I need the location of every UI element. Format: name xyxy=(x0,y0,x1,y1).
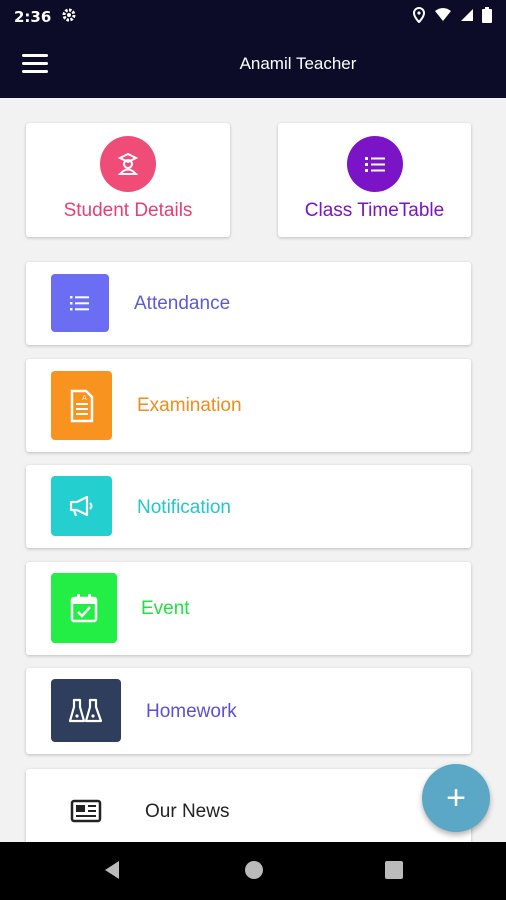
examination-card[interactable]: A Examination xyxy=(26,359,471,452)
battery-icon xyxy=(482,7,492,27)
plus-icon: + xyxy=(446,778,466,817)
status-bar: 2:36 xyxy=(0,0,506,34)
attendance-card[interactable]: Attendance xyxy=(26,262,471,345)
home-icon[interactable] xyxy=(243,859,265,886)
megaphone-icon xyxy=(51,476,112,536)
class-timetable-label: Class TimeTable xyxy=(304,200,445,221)
recents-icon[interactable] xyxy=(383,859,405,886)
notification-label: Notification xyxy=(137,497,231,518)
newspaper-icon xyxy=(51,791,121,831)
event-label: Event xyxy=(141,598,190,619)
dashboard-content: Student Details Class TimeTable Attendan… xyxy=(0,98,506,842)
student-icon xyxy=(100,136,156,192)
back-icon[interactable] xyxy=(101,859,123,886)
attendance-label: Attendance xyxy=(134,293,231,314)
calendar-check-icon xyxy=(51,573,117,643)
add-fab-button[interactable]: + xyxy=(422,764,490,832)
wifi-icon xyxy=(434,8,452,26)
app-bar: Anamil Teacher xyxy=(0,34,506,98)
our-news-card[interactable]: Our News xyxy=(26,769,471,842)
homework-card[interactable]: Homework xyxy=(26,668,471,754)
list-icon xyxy=(346,136,403,192)
list-icon xyxy=(51,274,109,332)
examination-label: Examination xyxy=(137,395,242,416)
event-card[interactable]: Event xyxy=(26,562,471,655)
app-title: Anamil Teacher xyxy=(239,54,357,73)
student-details-card[interactable]: Student Details xyxy=(26,123,230,237)
signal-icon xyxy=(460,8,474,26)
svg-text:A: A xyxy=(82,394,87,402)
homework-label: Homework xyxy=(146,701,237,722)
notification-card[interactable]: Notification xyxy=(26,465,471,548)
system-nav-bar xyxy=(0,842,506,900)
class-timetable-card[interactable]: Class TimeTable xyxy=(278,123,471,237)
location-icon xyxy=(412,6,426,27)
our-news-label: Our News xyxy=(145,801,230,822)
document-icon: A xyxy=(51,371,112,440)
status-time: 2:36 xyxy=(14,8,52,26)
student-details-label: Student Details xyxy=(63,200,193,221)
beakers-icon xyxy=(51,679,121,742)
settings-icon xyxy=(61,7,77,27)
